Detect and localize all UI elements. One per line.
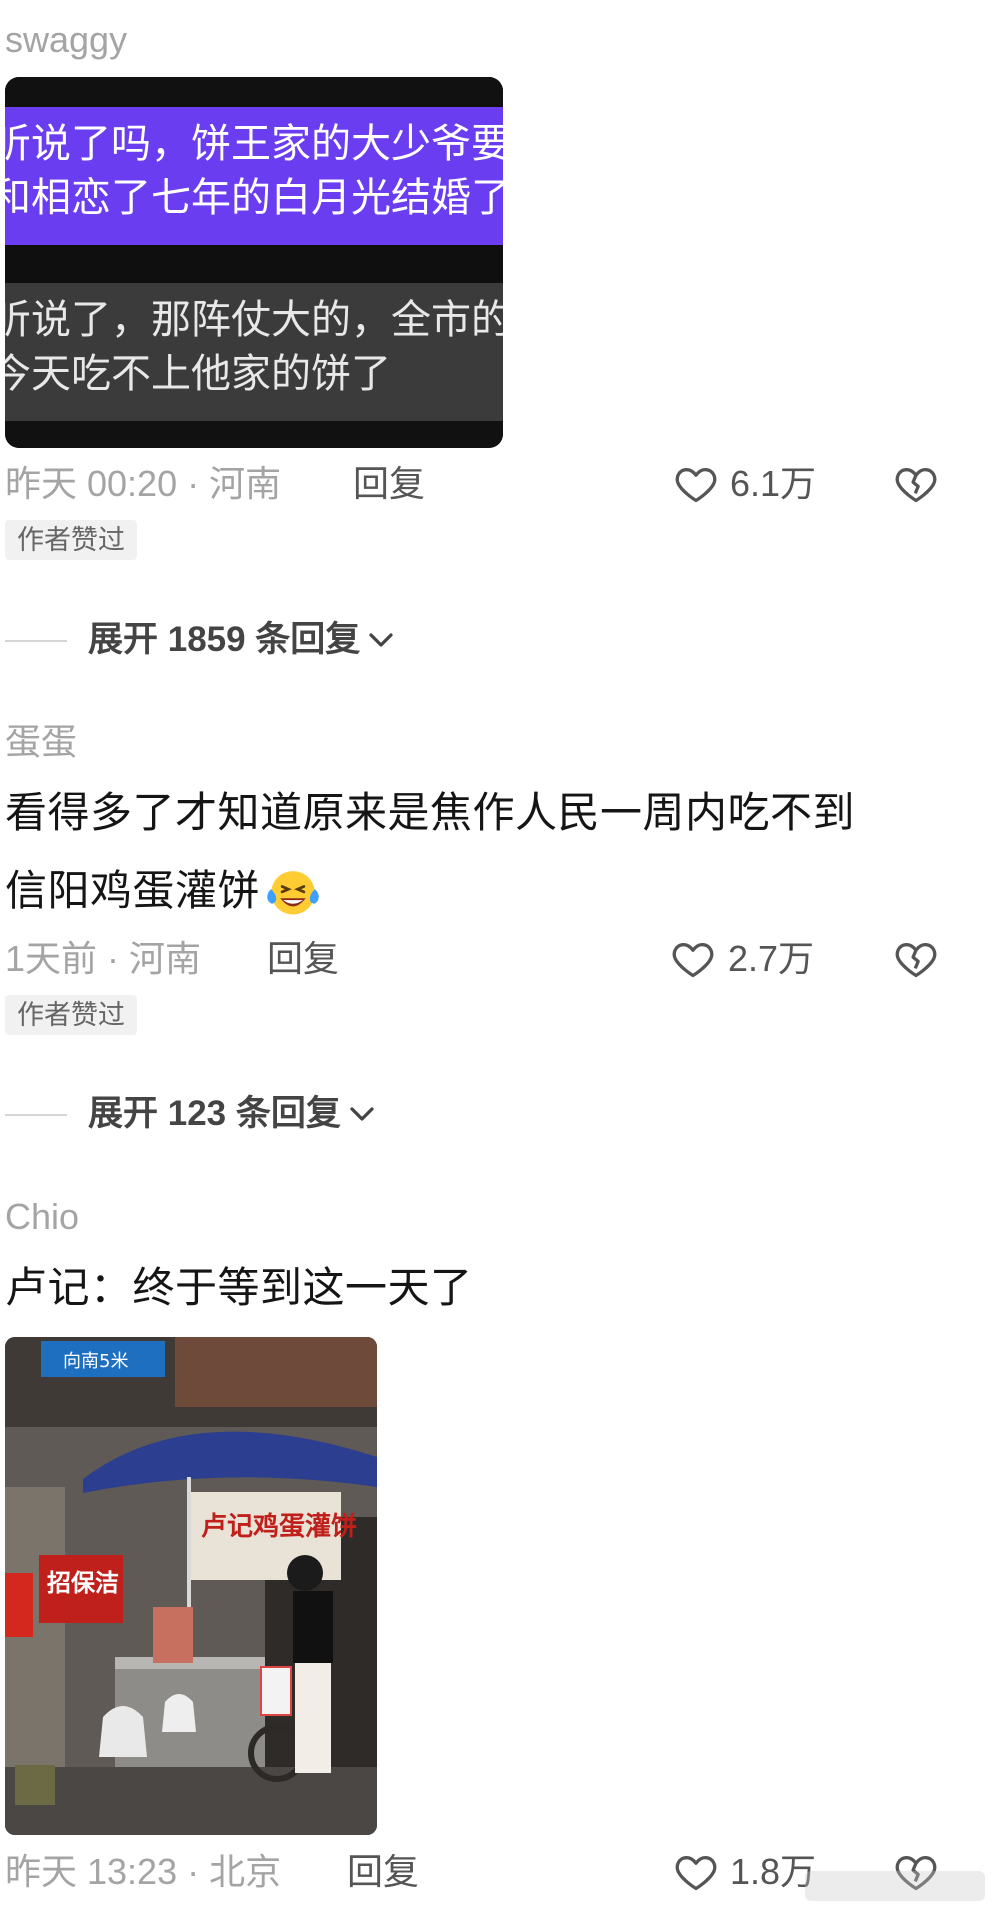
expand-replies-button[interactable]: 展开 1859 条回复 <box>88 618 396 662</box>
comment-image-screenshot[interactable]: 听说了吗，饼王家的大少爷要 和相恋了七年的白月光结婚了 听说了，那阵仗大的，全市… <box>5 77 503 448</box>
comment-text: 卢记：终于等到这一天了 <box>5 1264 473 1311</box>
comment-text: 看得多了才知道原来是焦作人民一周内吃不到 <box>5 789 856 836</box>
street-stall-photo: 向南5米 卢记鸡蛋灌饼 招保洁 <box>5 1337 377 1835</box>
expand-divider <box>5 640 67 642</box>
like-count: 2.7万 <box>728 938 815 979</box>
expand-replies-button[interactable]: 展开 123 条回复 <box>88 1092 377 1136</box>
comment-meta: 1天前 · 河南 <box>5 938 202 979</box>
comment-username[interactable]: 蛋蛋 <box>5 720 77 764</box>
comment-text-line: 信阳鸡蛋灌饼 <box>5 862 322 920</box>
image-caption-line: 和相恋了七年的白月光结婚了 <box>5 176 503 220</box>
comment-username[interactable]: Chio <box>5 1195 79 1239</box>
image-caption-line: 今天吃不上他家的饼了 <box>5 352 391 396</box>
reply-button[interactable]: 回复 <box>347 1850 419 1894</box>
comment-photo[interactable]: 向南5米 卢记鸡蛋灌饼 招保洁 <box>5 1337 377 1835</box>
image-caption-line: 听说了吗，饼王家的大少爷要 <box>5 122 503 166</box>
broken-heart-icon[interactable] <box>893 462 939 506</box>
reply-button[interactable]: 回复 <box>353 462 425 506</box>
direction-sign-text: 向南5米 <box>63 1351 128 1372</box>
laughing-tears-emoji-icon <box>264 862 322 920</box>
image-caption-line: 听说了，那阵仗大的，全市的人 <box>5 298 503 342</box>
comment-text: 信阳鸡蛋灌饼 <box>5 867 261 914</box>
poster-text: 招保洁 <box>47 1569 119 1597</box>
heart-outline-icon[interactable] <box>673 462 719 506</box>
chevron-down-icon <box>366 625 396 655</box>
heart-outline-icon[interactable] <box>673 1850 719 1894</box>
author-liked-badge: 作者赞过 <box>5 995 137 1035</box>
like-count: 6.1万 <box>730 463 817 504</box>
comment-meta: 昨天 00:20 · 河南 <box>5 463 282 504</box>
comment-username[interactable]: swaggy <box>5 18 127 62</box>
expand-divider <box>5 1114 67 1116</box>
stall-name-text: 卢记鸡蛋灌饼 <box>201 1511 357 1542</box>
chevron-down-icon <box>347 1099 377 1129</box>
author-liked-badge: 作者赞过 <box>5 520 137 560</box>
comment-meta: 昨天 13:23 · 北京 <box>5 1851 282 1892</box>
like-count: 1.8万 <box>730 1851 817 1892</box>
expand-replies-label: 展开 123 条回复 <box>88 1094 341 1133</box>
reply-button[interactable]: 回复 <box>267 937 339 981</box>
expand-replies-label: 展开 1859 条回复 <box>88 620 361 659</box>
watermark <box>805 1871 985 1901</box>
broken-heart-icon[interactable] <box>893 937 939 981</box>
heart-outline-icon[interactable] <box>670 937 716 981</box>
